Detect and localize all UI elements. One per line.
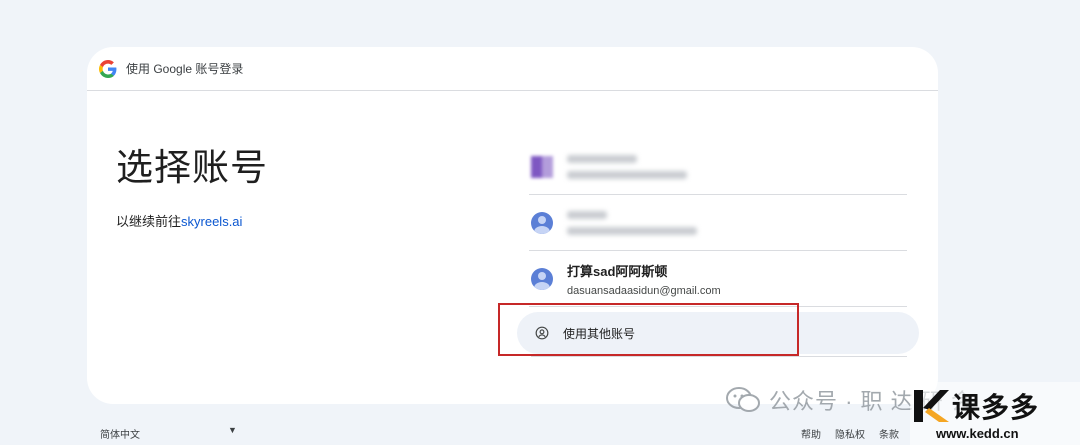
account-email: dasuansadaasidun@gmail.com — [567, 284, 721, 297]
site-link[interactable]: skyreels.ai — [181, 214, 242, 229]
footer-links: 帮助 隐私权 条款 — [801, 426, 899, 441]
terms-link[interactable]: 条款 — [879, 426, 899, 441]
avatar — [531, 155, 553, 178]
header-text: 使用 Google 账号登录 — [126, 62, 244, 76]
card-header: 使用 Google 账号登录 — [87, 47, 938, 91]
use-other-account-label: 使用其他账号 — [563, 326, 636, 341]
account-name: 打算sad阿阿斯顿 — [567, 263, 668, 279]
left-panel: 选择账号 以继续前往skyreels.ai — [116, 137, 268, 230]
avatar — [531, 267, 553, 290]
brand-top: 课多多 — [910, 386, 1080, 426]
redacted-account-info — [567, 210, 697, 235]
account-row-1[interactable] — [529, 139, 907, 195]
account-list: 打算sad阿阿斯顿 dasuansadaasidun@gmail.com 使用其… — [517, 139, 919, 357]
divider — [531, 356, 907, 357]
k-logo-icon — [914, 390, 949, 422]
avatar — [531, 211, 553, 234]
redacted-account-info — [567, 154, 687, 179]
help-link[interactable]: 帮助 — [801, 426, 821, 441]
privacy-link[interactable]: 隐私权 — [835, 426, 865, 441]
sign-in-card: 使用 Google 账号登录 选择账号 以继续前往skyreels.ai 打算s… — [87, 47, 938, 404]
account-text: 打算sad阿阿斯顿 dasuansadaasidun@gmail.com — [567, 261, 721, 297]
use-other-account-button[interactable]: 使用其他账号 — [517, 312, 919, 354]
brand-logo: 课多多 www.kedd.cn — [910, 382, 1080, 445]
wechat-icon — [726, 387, 760, 412]
google-logo-icon — [99, 59, 117, 78]
page-title: 选择账号 — [116, 147, 268, 188]
brand-url: www.kedd.cn — [936, 426, 1019, 441]
subtitle-prefix: 以继续前往 — [116, 214, 182, 229]
account-row-3[interactable]: 打算sad阿阿斯顿 dasuansadaasidun@gmail.com — [529, 251, 907, 307]
dropdown-arrow-icon[interactable]: ▼ — [228, 425, 237, 435]
brand-name: 课多多 — [952, 392, 1040, 423]
subtitle: 以继续前往skyreels.ai — [116, 211, 268, 230]
account-circle-icon — [535, 326, 549, 340]
account-row-2[interactable] — [529, 195, 907, 251]
language-select[interactable]: 简体中文 — [100, 426, 140, 441]
